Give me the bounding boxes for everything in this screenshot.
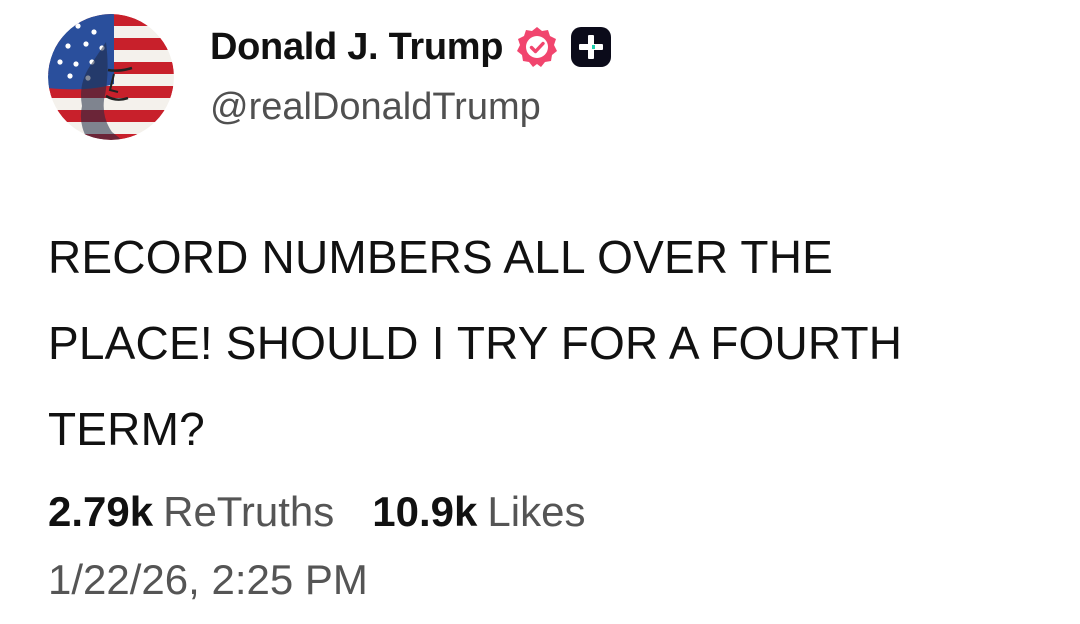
likes-label[interactable]: Likes — [487, 488, 585, 536]
retruths-label[interactable]: ReTruths — [163, 488, 334, 536]
display-name[interactable]: Donald J. Trump — [210, 26, 504, 69]
post-stats: 2.79k ReTruths 10.9k Likes — [48, 488, 585, 536]
user-handle[interactable]: @realDonaldTrump — [210, 86, 541, 129]
likes-count[interactable]: 10.9k — [372, 488, 477, 536]
flag-portrait-avatar-icon — [48, 14, 174, 140]
post-card: Donald J. Trump @realDonaldTrump RECORD … — [0, 0, 1080, 624]
name-row: Donald J. Trump — [210, 22, 613, 72]
avatar[interactable] — [48, 14, 174, 140]
plus-badge-icon[interactable] — [569, 25, 613, 69]
post-timestamp[interactable]: 1/22/26, 2:25 PM — [48, 556, 368, 604]
verified-badge-icon — [515, 25, 559, 69]
retruths-count[interactable]: 2.79k — [48, 488, 153, 536]
post-header: Donald J. Trump @realDonaldTrump — [48, 14, 1028, 140]
post-text: RECORD NUMBERS ALL OVER THE PLACE! SHOUL… — [48, 231, 903, 455]
